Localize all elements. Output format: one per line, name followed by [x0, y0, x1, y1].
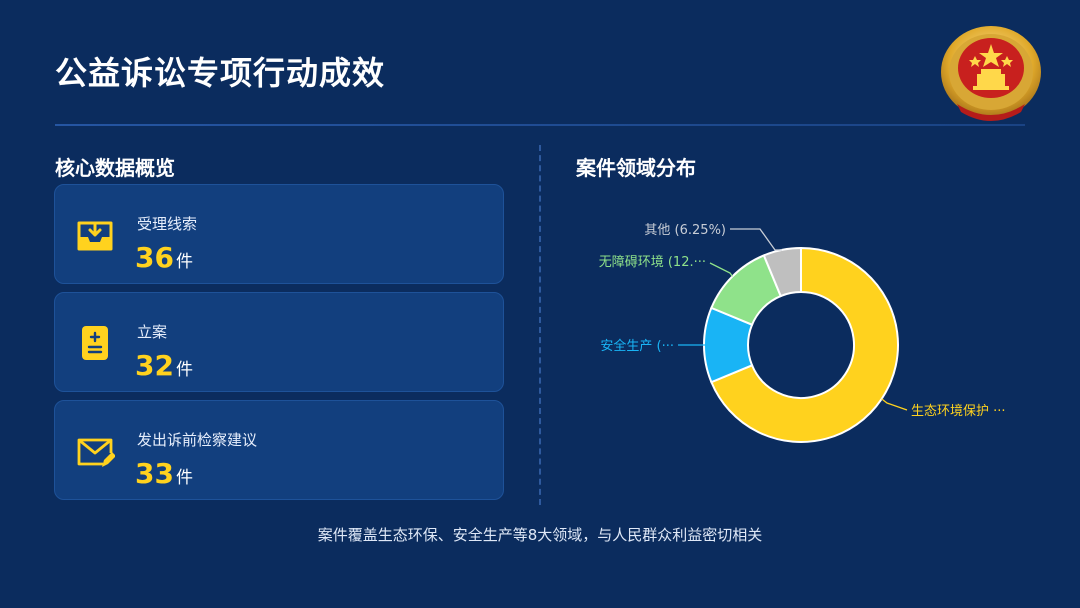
slice-label-3: 无障碍环境 (12.··· — [599, 255, 706, 270]
inbox-download-icon — [77, 221, 113, 251]
slice-label-1: 生态环境保护 ··· — [911, 404, 1006, 419]
stat-card-suggestions: 发出诉前检察建议 33 件 — [54, 400, 504, 500]
footer-note: 案件覆盖生态环保、安全生产等8大领域，与人民群众利益密切相关 — [317, 526, 763, 544]
leader-line-4 — [730, 228, 783, 251]
domain-donut-chart: 生态环境保护 ··· 安全生产 (··· 无障碍环境 (12.··· 其他 (6.25… — [599, 223, 1006, 443]
document-plus-icon — [82, 326, 108, 360]
stat-unit: 件 — [175, 468, 193, 488]
overview-section-title: 核心数据概览 — [55, 156, 175, 180]
stat-label: 受理线索 — [137, 215, 198, 233]
stat-card-clues: 受理线索 36 件 — [54, 184, 504, 284]
procuratorate-emblem-icon — [941, 26, 1041, 121]
leader-line-3 — [709, 262, 733, 277]
distribution-section-title: 案件领域分布 — [576, 156, 696, 180]
stat-label: 发出诉前检察建议 — [137, 431, 258, 449]
section-divider — [539, 145, 541, 505]
envelope-edit-icon — [77, 438, 115, 467]
stat-unit: 件 — [175, 252, 193, 272]
header-divider — [55, 124, 1025, 126]
stat-value: 36 — [135, 241, 174, 274]
stat-card-cases: 立案 32 件 — [54, 292, 504, 392]
slice-label-2: 安全生产 (··· — [600, 338, 674, 354]
stat-label: 立案 — [137, 323, 168, 341]
stat-value: 32 — [135, 349, 174, 382]
page-title: 公益诉讼专项行动成效 — [55, 54, 386, 92]
stat-value: 33 — [135, 457, 174, 490]
slice-label-4: 其他 (6.25%) — [644, 223, 726, 238]
leader-line-1 — [881, 398, 908, 411]
stat-unit: 件 — [175, 360, 193, 380]
